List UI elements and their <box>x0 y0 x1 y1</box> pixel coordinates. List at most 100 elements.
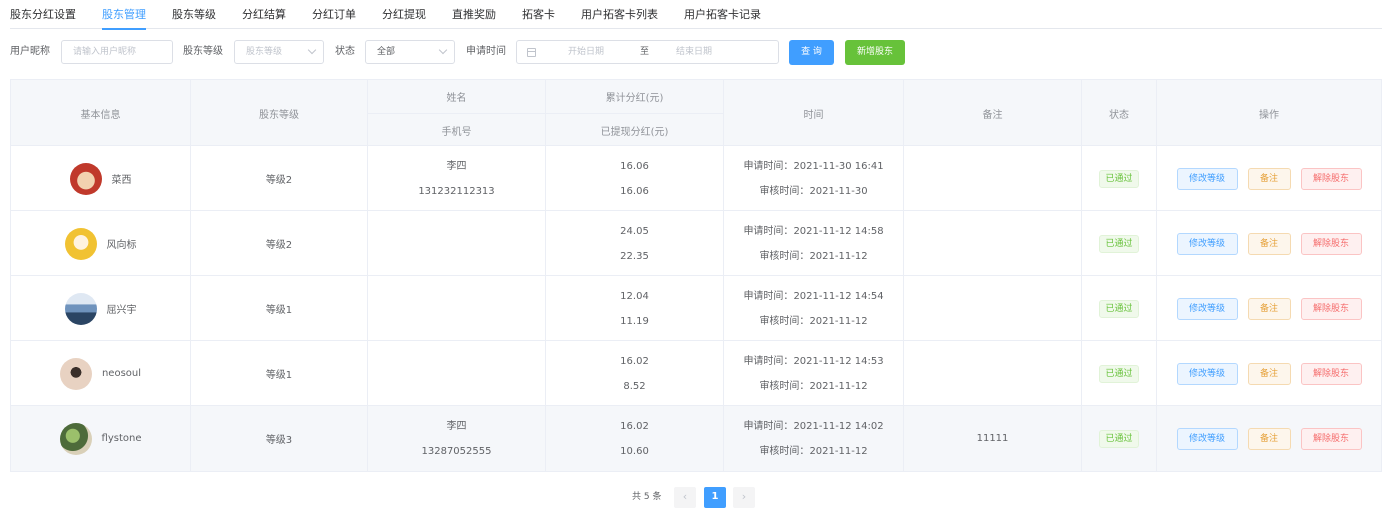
level-select[interactable]: 股东等级 <box>234 40 324 64</box>
table-cell: 等级3 <box>191 406 368 471</box>
remark-button[interactable]: 备注 <box>1247 362 1291 385</box>
edit-level-button[interactable]: 修改等级 <box>1176 232 1238 255</box>
real-name: 李四 <box>446 420 467 432</box>
remark-button[interactable]: 备注 <box>1247 427 1291 450</box>
nickname-input[interactable]: 请输入用户昵称 <box>61 40 173 64</box>
table-cell: 申请时间：2021-11-30 16:41 审核时间：2021-11-30 <box>724 146 904 211</box>
table-cell: 申请时间：2021-11-12 14:58 审核时间：2021-11-12 <box>724 211 904 276</box>
tab-8[interactable]: 用户拓客卡列表 <box>581 0 658 29</box>
table-cell: 屈兴宇 <box>11 276 191 341</box>
table-cell <box>368 341 546 406</box>
remove-shareholder-button[interactable]: 解除股东 <box>1300 167 1362 190</box>
audit-time-prefix: 审核时间： <box>759 250 810 262</box>
nickname: flystone <box>101 433 142 444</box>
status-value: 全部 <box>377 47 396 57</box>
tab-6[interactable]: 直推奖励 <box>452 0 496 29</box>
table-cell: 修改等级 备注 解除股东 <box>1157 211 1381 276</box>
table-cell: 已通过 <box>1082 276 1157 341</box>
status-label: 状态 <box>335 46 355 57</box>
date-label: 申请时间 <box>466 46 506 57</box>
tab-3[interactable]: 分红结算 <box>242 0 286 29</box>
remark-button[interactable]: 备注 <box>1247 232 1291 255</box>
tab-1[interactable]: 股东管理 <box>102 0 146 30</box>
table-cell: 修改等级 备注 解除股东 <box>1157 406 1381 471</box>
audit-time: 审核时间：2021-11-30 <box>759 179 867 204</box>
table-cell: 已通过 <box>1082 406 1157 471</box>
header-name: 姓名 <box>368 80 546 113</box>
status-select[interactable]: 全部 <box>365 40 455 64</box>
withdrawn-dividend: 8.52 <box>623 380 646 392</box>
table-cell: flystone <box>11 406 191 471</box>
avatar <box>64 227 97 260</box>
table-header: 基本信息 股东等级 姓名 手机号 累计分红(元) 已提现分红(元) 时间 备注 … <box>11 80 1381 146</box>
remove-shareholder-button[interactable]: 解除股东 <box>1300 297 1362 320</box>
header-total-dividend: 累计分红(元) <box>546 80 724 113</box>
query-button[interactable]: 查 询 <box>789 40 834 65</box>
header-status: 状态 <box>1082 80 1157 146</box>
tab-7[interactable]: 拓客卡 <box>522 0 555 29</box>
withdrawn-dividend: 16.06 <box>620 185 649 197</box>
withdrawn-dividend: 22.35 <box>620 250 649 262</box>
table-cell: 等级2 <box>191 146 368 211</box>
edit-level-button[interactable]: 修改等级 <box>1176 362 1238 385</box>
status-badge: 已通过 <box>1099 169 1139 188</box>
remark-button[interactable]: 备注 <box>1247 297 1291 320</box>
tab-4[interactable]: 分红订单 <box>312 0 356 29</box>
level-placeholder: 股东等级 <box>246 47 283 57</box>
table-row: 风向标 等级2 24.05 22.35 申请时间：2021-11-12 14:58 审核时… <box>11 211 1381 276</box>
table-cell: 24.05 22.35 <box>546 211 724 276</box>
table-cell: 风向标 <box>11 211 191 276</box>
edit-level-button[interactable]: 修改等级 <box>1176 167 1238 190</box>
table-cell: 等级1 <box>191 341 368 406</box>
header-remark: 备注 <box>904 80 1082 146</box>
edit-level-button[interactable]: 修改等级 <box>1176 297 1238 320</box>
audit-time-value: 2021-11-12 <box>809 380 868 392</box>
apply-time-value: 2021-11-12 14:58 <box>793 225 884 237</box>
shareholder-level: 等级2 <box>265 175 293 186</box>
nickname-placeholder: 请输入用户昵称 <box>73 47 137 57</box>
apply-time-value: 2021-11-12 14:53 <box>793 355 884 367</box>
table-cell: 已通过 <box>1082 341 1157 406</box>
table-cell: 申请时间：2021-11-12 14:02 审核时间：2021-11-12 <box>724 406 904 471</box>
shareholder-level: 等级2 <box>265 240 293 251</box>
remove-shareholder-button[interactable]: 解除股东 <box>1300 362 1362 385</box>
table-cell: 已通过 <box>1082 211 1157 276</box>
pagination: 共 5 条 ‹ 1 › <box>0 487 1400 508</box>
apply-time: 申请时间：2021-11-12 14:54 <box>743 284 883 309</box>
prev-page-button[interactable]: ‹ <box>674 487 696 508</box>
tab-5[interactable]: 分红提现 <box>382 0 426 29</box>
tab-2[interactable]: 股东等级 <box>172 0 216 29</box>
table-cell: 12.04 11.19 <box>546 276 724 341</box>
remark-button[interactable]: 备注 <box>1247 167 1291 190</box>
tab-9[interactable]: 用户拓客卡记录 <box>684 0 761 29</box>
page-1-button[interactable]: 1 <box>704 487 726 508</box>
header-basic-info: 基本信息 <box>11 80 191 146</box>
date-range-picker[interactable]: 开始日期 至 结束日期 <box>516 40 779 64</box>
apply-time-prefix: 申请时间： <box>743 420 794 432</box>
table-cell <box>904 276 1082 341</box>
table-cell: 11111 <box>904 406 1082 471</box>
apply-time-value: 2021-11-12 14:02 <box>793 420 884 432</box>
date-start-placeholder: 开始日期 <box>568 47 605 57</box>
audit-time-prefix: 审核时间： <box>759 445 810 457</box>
tab-0[interactable]: 股东分红设置 <box>10 0 76 29</box>
pagination-total: 共 5 条 <box>632 492 662 502</box>
total-dividend: 16.06 <box>620 160 649 172</box>
avatar <box>64 292 97 325</box>
audit-time-value: 2021-11-12 <box>809 315 868 327</box>
real-name: 李四 <box>446 160 467 172</box>
table-cell: 申请时间：2021-11-12 14:53 审核时间：2021-11-12 <box>724 341 904 406</box>
filter-bar: 用户昵称 请输入用户昵称 股东等级 股东等级 状态 全部 申请时间 开始日期 至… <box>10 40 1390 65</box>
nickname: 屈兴宇 <box>106 305 137 316</box>
table-row: 菜西 等级2 李四 131232112313 16.06 16.06 申请时间：2021-1… <box>11 146 1381 211</box>
header-level: 股东等级 <box>191 80 368 146</box>
avatar <box>69 162 102 195</box>
add-shareholder-button[interactable]: 新增股东 <box>845 40 905 65</box>
remove-shareholder-button[interactable]: 解除股东 <box>1300 427 1362 450</box>
table-row: flystone 等级3 李四 13287052555 16.02 10.60 申请时间：2… <box>11 406 1381 471</box>
status-badge: 已通过 <box>1099 364 1139 383</box>
next-page-button[interactable]: › <box>733 487 755 508</box>
edit-level-button[interactable]: 修改等级 <box>1176 427 1238 450</box>
remove-shareholder-button[interactable]: 解除股东 <box>1300 232 1362 255</box>
phone-number: 131232112313 <box>418 185 495 197</box>
